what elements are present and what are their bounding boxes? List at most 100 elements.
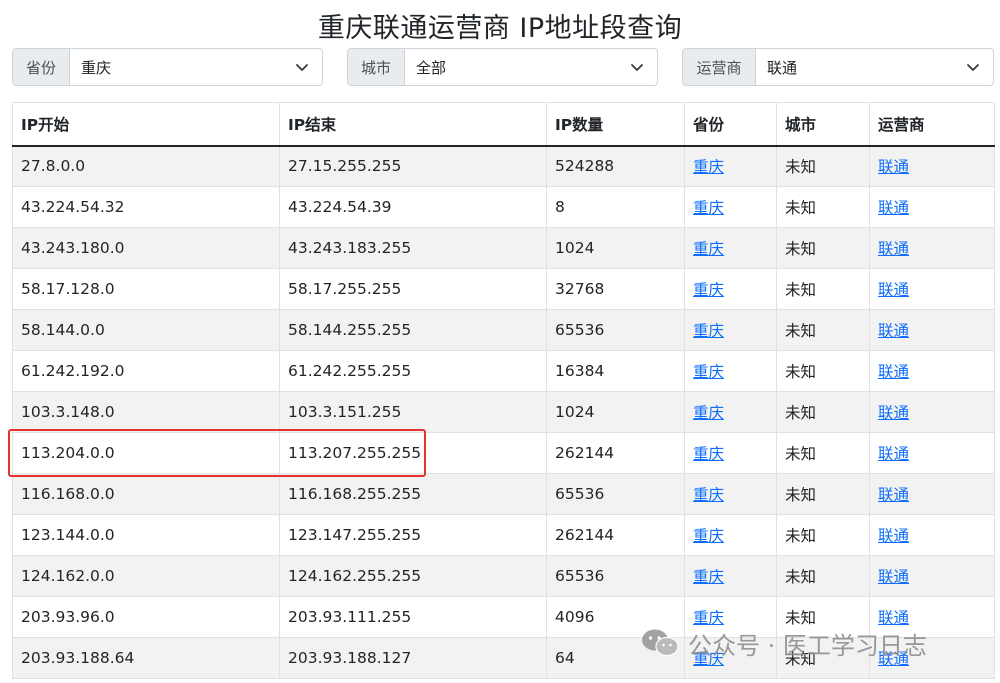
ip-end-cell: 203.93.188.127: [279, 637, 547, 679]
watermark-text: 公众号 · 医工学习日志: [688, 631, 927, 660]
header-ip-end: IP结束: [279, 102, 547, 147]
table-row: 116.168.0.0 116.168.255.255 65536 重庆 未知 联通: [12, 473, 995, 515]
province-cell: 重庆: [684, 473, 777, 515]
province-cell: 重庆: [684, 227, 777, 269]
province-link[interactable]: 重庆: [693, 445, 724, 463]
province-link[interactable]: 重庆: [693, 363, 724, 381]
ip-count-cell: 524288: [546, 145, 685, 187]
city-cell: 未知: [776, 309, 870, 351]
chevron-down-icon: [631, 64, 643, 71]
isp-cell: 联通: [869, 227, 995, 269]
province-link[interactable]: 重庆: [693, 199, 724, 217]
province-cell: 重庆: [684, 309, 777, 351]
city-select-value: 全部: [416, 58, 447, 77]
isp-link[interactable]: 联通: [878, 281, 909, 299]
ip-count-cell: 32768: [546, 268, 685, 310]
isp-link[interactable]: 联通: [878, 240, 909, 258]
isp-select[interactable]: 联通: [756, 49, 993, 85]
header-city: 城市: [776, 102, 870, 147]
ip-end-cell: 113.207.255.255: [279, 432, 547, 474]
ip-end-cell: 124.162.255.255: [279, 555, 547, 597]
ip-count-cell: 65536: [546, 309, 685, 351]
ip-end-cell: 58.144.255.255: [279, 309, 547, 351]
isp-link[interactable]: 联通: [878, 322, 909, 340]
isp-cell: 联通: [869, 268, 995, 310]
city-cell: 未知: [776, 432, 870, 474]
province-cell: 重庆: [684, 391, 777, 433]
isp-cell: 联通: [869, 391, 995, 433]
isp-link[interactable]: 联通: [878, 404, 909, 422]
table-row: 113.204.0.0 113.207.255.255 262144 重庆 未知 联通: [12, 432, 995, 474]
chevron-down-icon: [296, 64, 308, 71]
ip-start-cell: 58.144.0.0: [12, 309, 280, 351]
ip-end-cell: 43.224.54.39: [279, 186, 547, 228]
ip-count-cell: 65536: [546, 555, 685, 597]
page-title: 重庆联通运营商 IP地址段查询: [317, 13, 683, 44]
province-link[interactable]: 重庆: [693, 240, 724, 258]
isp-link[interactable]: 联通: [878, 445, 909, 463]
province-cell: 重庆: [684, 268, 777, 310]
province-cell: 重庆: [684, 555, 777, 597]
province-cell: 重庆: [684, 350, 777, 392]
isp-link[interactable]: 联通: [878, 199, 909, 217]
province-select-value: 重庆: [81, 58, 112, 77]
header-ip-count: IP数量: [546, 102, 685, 147]
city-filter-label: 城市: [348, 49, 405, 85]
ip-start-cell: 103.3.148.0: [12, 391, 280, 433]
province-link[interactable]: 重庆: [693, 486, 724, 504]
province-link[interactable]: 重庆: [693, 404, 724, 422]
province-select[interactable]: 重庆: [70, 49, 322, 85]
ip-range-table: IP开始 IP结束 IP数量 省份 城市 运营商 27.8.0.0 27.15.2…: [12, 102, 995, 679]
ip-count-cell: 16384: [546, 350, 685, 392]
watermark: 公众号 · 医工学习日志: [640, 625, 927, 661]
isp-cell: 联通: [869, 309, 995, 351]
filter-bar: 省份 重庆 城市 全部 运营商 联通: [12, 48, 994, 86]
province-link[interactable]: 重庆: [693, 568, 724, 586]
isp-filter: 运营商 联通: [682, 48, 994, 86]
city-cell: 未知: [776, 145, 870, 187]
isp-link[interactable]: 联通: [878, 568, 909, 586]
city-filter: 城市 全部: [347, 48, 658, 86]
ip-count-cell: 1024: [546, 391, 685, 433]
ip-start-cell: 58.17.128.0: [12, 268, 280, 310]
province-cell: 重庆: [684, 432, 777, 474]
ip-count-cell: 262144: [546, 432, 685, 474]
ip-end-cell: 123.147.255.255: [279, 514, 547, 556]
city-select[interactable]: 全部: [405, 49, 657, 85]
city-cell: 未知: [776, 555, 870, 597]
province-cell: 重庆: [684, 514, 777, 556]
province-filter-label: 省份: [13, 49, 70, 85]
ip-count-cell: 262144: [546, 514, 685, 556]
isp-link[interactable]: 联通: [878, 527, 909, 545]
ip-end-cell: 116.168.255.255: [279, 473, 547, 515]
province-link[interactable]: 重庆: [693, 527, 724, 545]
isp-filter-label: 运营商: [683, 49, 756, 85]
isp-cell: 联通: [869, 432, 995, 474]
isp-link[interactable]: 联通: [878, 363, 909, 381]
ip-end-cell: 58.17.255.255: [279, 268, 547, 310]
city-cell: 未知: [776, 268, 870, 310]
isp-link[interactable]: 联通: [878, 158, 909, 176]
isp-cell: 联通: [869, 555, 995, 597]
header-isp: 运营商: [869, 102, 995, 147]
province-filter: 省份 重庆: [12, 48, 323, 86]
isp-link[interactable]: 联通: [878, 486, 909, 504]
city-cell: 未知: [776, 514, 870, 556]
ip-start-cell: 116.168.0.0: [12, 473, 280, 515]
table-row: 61.242.192.0 61.242.255.255 16384 重庆 未知 联通: [12, 350, 995, 392]
province-link[interactable]: 重庆: [693, 322, 724, 340]
ip-start-cell: 203.93.188.64: [12, 637, 280, 679]
city-cell: 未知: [776, 391, 870, 433]
isp-cell: 联通: [869, 514, 995, 556]
ip-start-cell: 113.204.0.0: [12, 432, 280, 474]
province-cell: 重庆: [684, 186, 777, 228]
ip-start-cell: 27.8.0.0: [12, 145, 280, 187]
ip-end-cell: 103.3.151.255: [279, 391, 547, 433]
province-link[interactable]: 重庆: [693, 158, 724, 176]
ip-start-cell: 43.224.54.32: [12, 186, 280, 228]
city-cell: 未知: [776, 473, 870, 515]
province-link[interactable]: 重庆: [693, 281, 724, 299]
city-cell: 未知: [776, 227, 870, 269]
ip-end-cell: 203.93.111.255: [279, 596, 547, 638]
table-row: 103.3.148.0 103.3.151.255 1024 重庆 未知 联通: [12, 391, 995, 433]
